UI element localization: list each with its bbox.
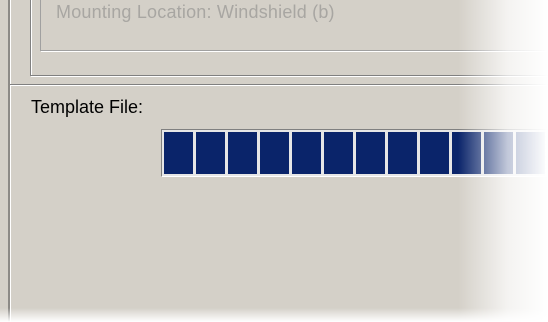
progress-block [260, 132, 289, 174]
progress-block [356, 132, 385, 174]
progress-block [324, 132, 353, 174]
progress-block [196, 132, 225, 174]
progress-block [292, 132, 321, 174]
progress-block [420, 132, 449, 174]
progress-block [484, 132, 513, 174]
progress-block [516, 132, 545, 174]
bottom-edge-fade [0, 308, 548, 322]
progress-block [164, 132, 193, 174]
progress-block [228, 132, 257, 174]
template-progress-bar [161, 129, 548, 177]
progress-block [388, 132, 417, 174]
left-frame-border [8, 0, 11, 322]
dialog-window: Mounting Location: Windshield (b) Templa… [0, 0, 548, 322]
progress-block [452, 132, 481, 174]
section-divider [10, 84, 548, 86]
template-file-label: Template File: [31, 97, 144, 117]
mounting-location-label: Mounting Location: Windshield (b) [56, 2, 335, 22]
